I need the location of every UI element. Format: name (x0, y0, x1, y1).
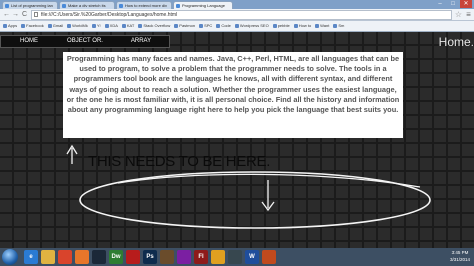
forward-button[interactable]: → (11, 10, 20, 19)
bookmark-label: Gmail (52, 23, 64, 28)
bookmark-icon (121, 24, 126, 28)
bookmark-label: Stack Overflow (143, 23, 171, 28)
bookmark-label: Wordpress SEO (239, 23, 269, 28)
up-arrow-icon (66, 144, 78, 164)
bookmark-label: SPC (204, 23, 213, 28)
bookmark-icon (3, 24, 7, 28)
bookmark-item[interactable]: Wordpress SEO (234, 21, 269, 31)
bookmark-icon (315, 24, 320, 28)
tab-how-to-extend-div[interactable]: How to extend more div (116, 1, 172, 9)
address-bar[interactable]: file:///C:/Users/Sir.%20Garber/Desktop/L… (31, 10, 452, 20)
annotation-drawing (66, 144, 431, 229)
tab-list-of-programming-languages[interactable]: List of programming lan (2, 1, 58, 9)
tab-label: Make a div stretch its (68, 3, 106, 8)
close-window-button[interactable]: ✕ (460, 0, 472, 8)
bookmark-item[interactable]: Y! (91, 21, 101, 31)
bookmark-item[interactable]: Stack Overflow (138, 21, 170, 31)
dreamweaver-icon[interactable]: Dw (109, 250, 123, 264)
bookmark-item[interactable]: Apps (3, 21, 17, 31)
bookmark-item[interactable]: Facebook (21, 21, 44, 31)
bookmark-label: XDA (109, 23, 118, 28)
tab-programming-language[interactable]: Programming Language (173, 1, 233, 9)
bookmark-icon (272, 24, 277, 28)
bookmark-label: Want (320, 23, 330, 28)
page-viewport: HOME OBJECT OR. ARRAY Home. Programming … (0, 32, 474, 248)
bookmark-item[interactable]: Gmail (47, 21, 64, 31)
bookmark-item[interactable]: pebble (272, 21, 290, 31)
minimize-button[interactable]: – (434, 0, 446, 8)
system-clock[interactable]: 3:45 PM 3/31/2014 (450, 249, 470, 263)
tab-favicon-icon (176, 4, 180, 8)
bookmark-icon (333, 24, 338, 28)
bookmark-icon (138, 24, 143, 28)
bookmark-label: KAT (126, 23, 135, 28)
app-icon[interactable] (160, 250, 174, 264)
bookmark-icon (234, 24, 239, 28)
tab-make-a-div-stretch[interactable]: Make a div stretch its (59, 1, 115, 9)
bookmark-label: WorldMk (72, 23, 88, 28)
bookmark-label: pebble (277, 23, 290, 28)
tab-favicon-icon (119, 4, 123, 8)
chrome-icon[interactable] (58, 250, 72, 264)
bookmark-label: Code (221, 23, 231, 28)
bookmark-item[interactable]: Code (216, 21, 231, 31)
browser-tab-strip: List of programming lan Make a div stret… (0, 0, 474, 9)
bookmark-icon (91, 24, 96, 28)
bookmark-icon (104, 24, 109, 28)
bookmark-item[interactable]: How to (293, 21, 312, 31)
flash-icon[interactable]: Fl (194, 250, 208, 264)
bookmark-item[interactable]: KAT (121, 21, 135, 31)
bookmark-label: Sm (338, 23, 345, 28)
page-icon (34, 12, 38, 17)
bookmark-icon (67, 24, 72, 28)
bookmark-icon (293, 24, 298, 28)
back-button[interactable]: ← (2, 10, 11, 19)
browser-toolbar: ← → C file:///C:/Users/Sir.%20Garber/Des… (0, 9, 474, 21)
tab-label: List of programming lan (11, 3, 53, 8)
bookmark-icon (21, 24, 26, 28)
steam-icon[interactable] (92, 250, 106, 264)
bookmarks-bar: Apps Facebook Gmail WorldMk Y! XDA KAT Stack Ov… (0, 21, 474, 32)
photoshop-icon[interactable]: Ps (143, 250, 157, 264)
bookmark-item[interactable]: WorldMk (67, 21, 88, 31)
reload-button[interactable]: C (20, 10, 29, 19)
star-icon[interactable]: ☆ (454, 10, 463, 19)
ie-icon[interactable]: e (24, 250, 38, 264)
app-icon-2[interactable] (177, 250, 191, 264)
bookmark-icon (216, 24, 221, 28)
word-icon[interactable]: W (245, 250, 259, 264)
app-icon-4[interactable] (228, 250, 242, 264)
bookmark-label: Apps (8, 23, 18, 28)
bookmark-label: Facebook (26, 23, 44, 28)
app-icon-3[interactable] (211, 250, 225, 264)
maximize-button[interactable]: □ (447, 0, 459, 8)
bookmark-label: Pastmon (179, 23, 196, 28)
bookmark-icon (47, 24, 52, 28)
start-button[interactable] (2, 249, 18, 265)
address-url: file:///C:/Users/Sir.%20Garber/Desktop/L… (41, 12, 178, 18)
firefox-icon[interactable] (75, 250, 89, 264)
bookmark-item[interactable]: Want (315, 21, 329, 31)
down-arrow-icon (261, 180, 275, 212)
bookmark-item[interactable]: Sm (333, 21, 344, 31)
folder-icon[interactable] (41, 250, 55, 264)
bookmark-item[interactable]: Pastmon (174, 21, 195, 31)
bookmark-item[interactable]: SPC (199, 21, 212, 31)
taskbar: 3:45 PM 3/31/2014 e Dw Ps Fl W (0, 248, 474, 266)
bookmark-label: How to (298, 23, 312, 28)
acrobat-icon[interactable] (126, 250, 140, 264)
bookmark-label: Y! (96, 23, 101, 28)
bookmark-icon (199, 24, 204, 28)
app-icon-5[interactable] (262, 250, 276, 264)
menu-icon[interactable]: ≡ (464, 10, 473, 19)
tab-label: How to extend more div (125, 3, 168, 8)
clock-time: 3:45 PM (451, 250, 469, 255)
tab-favicon-icon (5, 4, 9, 8)
tab-favicon-icon (62, 4, 66, 8)
tab-label: Programming Language (182, 3, 225, 8)
bookmark-icon (174, 24, 179, 28)
bookmark-item[interactable]: XDA (104, 21, 118, 31)
clock-date: 3/31/2014 (449, 257, 470, 262)
